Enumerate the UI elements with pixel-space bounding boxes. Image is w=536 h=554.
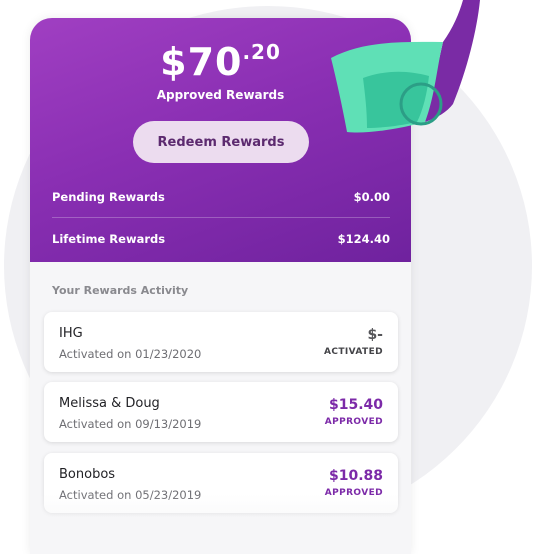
activity-card[interactable]: IHG Activated on 01/23/2020 $- ACTIVATED [44, 312, 398, 372]
lifetime-rewards-row: Lifetime Rewards $124.40 [52, 230, 390, 250]
reward-status: APPROVED [324, 417, 383, 427]
activation-date: Activated on 09/13/2019 [59, 417, 202, 431]
reward-amount: $- [367, 327, 383, 343]
lifetime-rewards-value: $124.40 [337, 232, 390, 246]
balance-dollars: 70 [187, 40, 243, 84]
reward-status: ACTIVATED [323, 347, 383, 357]
activity-section-title: Your Rewards Activity [52, 284, 189, 297]
list-fade [30, 494, 411, 554]
activity-card[interactable]: Melissa & Doug Activated on 09/13/2019 $… [44, 382, 398, 442]
balance-currency: $ [160, 40, 188, 84]
activation-date: Activated on 01/23/2020 [59, 347, 202, 361]
reward-amount: $10.88 [328, 468, 383, 484]
redeem-rewards-button[interactable]: Redeem Rewards [133, 121, 309, 163]
merchant-name: Melissa & Doug [59, 396, 160, 411]
summary-divider [52, 217, 390, 218]
merchant-name: IHG [59, 326, 83, 341]
pending-rewards-value: $0.00 [353, 190, 390, 204]
dollar-bill-icon [331, 0, 480, 133]
pending-rewards-row: Pending Rewards $0.00 [52, 188, 390, 208]
balance-cents: .20 [242, 40, 281, 64]
reward-amount: $15.40 [328, 397, 383, 413]
lifetime-rewards-label: Lifetime Rewards [52, 232, 166, 246]
merchant-name: Bonobos [59, 467, 116, 482]
pending-rewards-label: Pending Rewards [52, 190, 165, 204]
